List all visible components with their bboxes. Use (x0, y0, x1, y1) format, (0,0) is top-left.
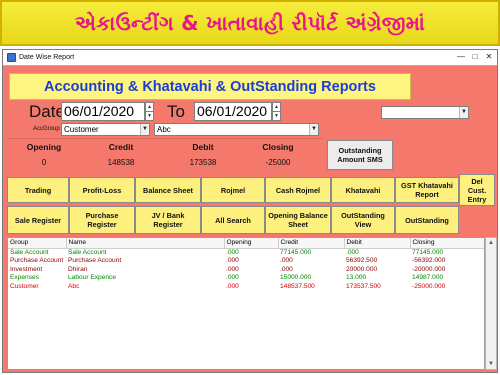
jv-bank-register-button[interactable]: JV / Bank Register (135, 206, 201, 234)
cell-closing: -56392.000 (412, 257, 446, 265)
col-header-group[interactable]: Group (8, 238, 67, 249)
app-banner: એકાઉન્ટીંગ & ખાતાવાહી રીપૉર્ટ અંગ્રેજીમા… (0, 0, 500, 46)
cell-group: Investment (10, 265, 43, 273)
closing-label: Closing (262, 142, 294, 152)
gst-khatavahi-report-button[interactable]: GST Khatavahi Report (395, 177, 459, 203)
closing-value: -25000 (265, 158, 291, 167)
to-label: To (167, 102, 185, 121)
opening-balance-sheet-button[interactable]: Opening Balance Sheet (265, 206, 331, 234)
maximize-button[interactable]: □ (469, 52, 481, 63)
col-header-debit[interactable]: Debit (344, 238, 411, 249)
date-wise-report-window: Date Wise Report — □ ✕ Accounting & Khat… (2, 49, 498, 373)
cell-debit: .000 (346, 248, 359, 256)
cell-opening: .000 (226, 282, 239, 290)
credit-label: Credit (108, 142, 134, 152)
report-title: Accounting & Khatavahi & OutStanding Rep… (9, 73, 411, 100)
cell-opening: .000 (226, 274, 239, 282)
date-from-down-icon[interactable]: ▼ (145, 111, 154, 121)
cell-closing: -25000.000 (412, 282, 446, 290)
date-label: Date (29, 102, 65, 121)
date-from-input[interactable]: 06/01/2020 (61, 102, 145, 121)
scroll-up-icon[interactable]: ▲ (486, 238, 496, 248)
cell-debit: 56392.500 (346, 257, 378, 265)
summary-panel: Opening 0 Credit 148538 Debit 173538 Clo… (7, 138, 323, 171)
table-row[interactable]: Sale Account Sale Account .000 77145.000… (8, 248, 484, 257)
table-row[interactable]: Expenses Labour Expence .000 15000.000 1… (8, 274, 484, 283)
cell-opening: .000 (226, 257, 239, 265)
cell-name: Sale Account (68, 248, 107, 256)
sale-register-button[interactable]: Sale Register (7, 206, 69, 234)
cell-group: Expenses (10, 274, 39, 282)
cell-credit: 15000.000 (280, 274, 312, 282)
banner-title: એકાઉન્ટીંગ & ખાતાવાહી રીપૉર્ટ અંગ્રેજીમા… (74, 11, 426, 35)
del-cust-entry-button[interactable]: Del Cust. Entry (459, 174, 495, 206)
cash-rojmel-button[interactable]: Cash Rojmel (265, 177, 331, 203)
scroll-down-icon[interactable]: ▼ (486, 359, 496, 369)
cell-debit: 173537.500 (346, 282, 381, 290)
acc-group-select[interactable]: Customer ▼ (61, 123, 150, 136)
cell-name: Dhiran (68, 265, 88, 273)
table-row[interactable]: Customer Abc .000 148537.500 173537.500 … (8, 282, 484, 292)
cell-debit: 13.000 (346, 274, 367, 282)
cell-group: Purchase Account (10, 257, 64, 265)
purchase-register-button[interactable]: Purchase Register (69, 206, 135, 234)
cell-credit: .000 (280, 257, 293, 265)
minimize-button[interactable]: — (455, 52, 467, 63)
outstanding-sms-button[interactable]: Outstanding Amount SMS (327, 140, 393, 170)
khatavahi-button[interactable]: Khatavahi (331, 177, 395, 203)
cell-closing: -20000.000 (412, 265, 446, 273)
col-header-opening[interactable]: Opening (224, 238, 279, 249)
cell-credit: .000 (280, 265, 293, 273)
window-title: Date Wise Report (19, 54, 75, 61)
extra-select[interactable]: ▼ (381, 106, 469, 119)
chevron-down-icon[interactable]: ▼ (140, 124, 149, 135)
cell-name: Labour Expence (68, 274, 117, 282)
balance-sheet-button[interactable]: Balance Sheet (135, 177, 201, 203)
debit-value: 173538 (189, 158, 217, 167)
date-to-down-icon[interactable]: ▼ (272, 111, 281, 121)
cell-closing: 14987.000 (412, 274, 444, 282)
all-search-button[interactable]: All Search (201, 206, 265, 234)
report-grid[interactable]: Group Name Opening Credit Debit Closing … (7, 237, 485, 370)
cell-name: Abc (68, 282, 80, 290)
debit-label: Debit (192, 142, 214, 152)
profit-loss-button[interactable]: Profit-Loss (69, 177, 135, 203)
chevron-down-icon[interactable]: ▼ (309, 124, 318, 135)
cell-credit: 148537.500 (280, 282, 315, 290)
rojmel-button[interactable]: Rojmel (201, 177, 265, 203)
outstanding-button[interactable]: OutStanding (395, 206, 459, 234)
cell-group: Sale Account (10, 248, 49, 256)
cell-debit: 20000.000 (346, 265, 378, 273)
chevron-down-icon[interactable]: ▼ (459, 107, 468, 118)
window-titlebar: Date Wise Report — □ ✕ (3, 50, 497, 66)
date-to-input[interactable]: 06/01/2020 (194, 102, 272, 121)
cell-opening: .000 (226, 248, 239, 256)
table-row[interactable]: Purchase Account Purchase Account .000 .… (8, 257, 484, 266)
cell-closing: 77145.000 (412, 248, 444, 256)
cell-group: Customer (10, 282, 39, 290)
credit-value: 148538 (107, 158, 135, 167)
trading-button[interactable]: Trading (7, 177, 69, 203)
account-select[interactable]: Abc ▼ (154, 123, 319, 136)
opening-label: Opening (26, 142, 62, 152)
cell-name: Purchase Account (68, 257, 122, 265)
cell-credit: 77145.000 (280, 248, 312, 256)
grid-header-row: Group Name Opening Credit Debit Closing (8, 238, 484, 249)
col-header-name[interactable]: Name (66, 238, 225, 249)
app-icon (7, 53, 16, 62)
close-button[interactable]: ✕ (483, 52, 495, 63)
cell-opening: .000 (226, 265, 239, 273)
opening-value: 0 (41, 158, 47, 167)
col-header-credit[interactable]: Credit (278, 238, 345, 249)
outstanding-view-button[interactable]: OutStanding View (331, 206, 395, 234)
col-header-closing[interactable]: Closing (410, 238, 484, 249)
table-row[interactable]: Investment Dhiran .000 .000 20000.000 -2… (8, 265, 484, 275)
acc-group-label: AccGroup (33, 126, 60, 132)
grid-vertical-scrollbar[interactable]: ▲ ▼ (485, 237, 497, 370)
